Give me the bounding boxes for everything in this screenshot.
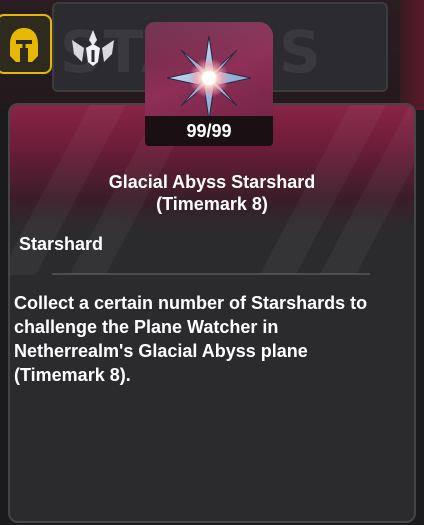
divider [52, 273, 370, 275]
item-tooltip-card: Glacial Abyss Starshard (Timemark 8) Sta… [8, 103, 416, 523]
crest-icon[interactable] [68, 28, 118, 68]
background-edge [400, 0, 424, 110]
item-icon-tile: 99/99 [145, 22, 273, 146]
item-count-bar: 99/99 [145, 116, 273, 146]
helmet-badge[interactable] [0, 14, 52, 74]
starshard-icon [167, 36, 251, 120]
item-description: Collect a certain number of Starshards t… [14, 293, 368, 385]
helmet-icon [10, 28, 38, 62]
item-type-label: Starshard [19, 234, 104, 254]
item-count: 99/99 [186, 120, 232, 141]
item-title: Glacial Abyss Starshard (Timemark 8) [108, 172, 316, 214]
